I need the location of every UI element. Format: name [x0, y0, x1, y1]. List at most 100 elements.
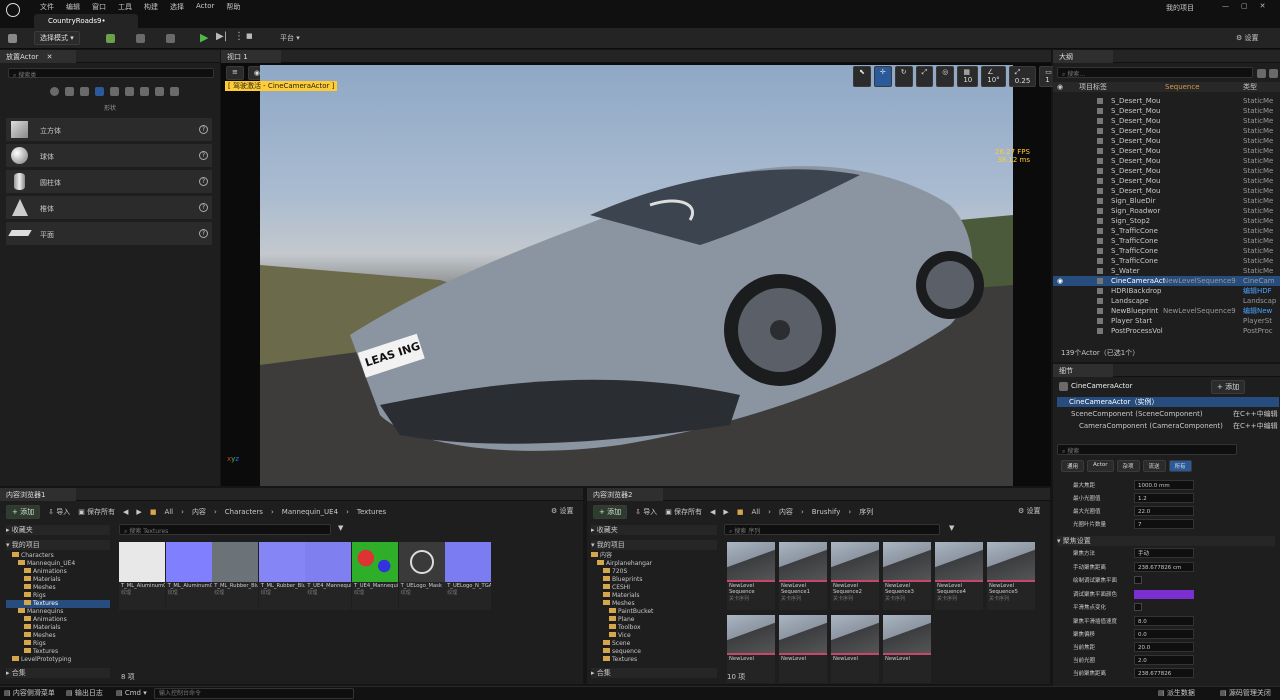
- blueprint-icon[interactable]: [136, 34, 145, 43]
- viewport-scene[interactable]: LEAS ING: [260, 65, 1013, 486]
- cb2-settings-button[interactable]: ⚙ 设置: [1018, 506, 1041, 516]
- property-value[interactable]: 22.0: [1134, 506, 1194, 516]
- cb2-tab[interactable]: 内容浏览器2: [587, 488, 663, 501]
- place-actors-tab[interactable]: 放置Actor ✕: [0, 50, 76, 63]
- volumes-icon[interactable]: [140, 87, 149, 96]
- source-control-button[interactable]: ▤ 源码管理关闭: [1220, 687, 1271, 700]
- cb1-collections[interactable]: ▸ 合集: [6, 668, 110, 678]
- outliner-row[interactable]: Sign_Roadwor StaticMe: [1053, 206, 1280, 216]
- asset-tile[interactable]: T_ML_Aluminum01_N纹理: [165, 542, 212, 610]
- outliner-row[interactable]: PostProcessVol PostProc: [1053, 326, 1280, 336]
- project-tab[interactable]: CountryRoads9•: [34, 14, 138, 28]
- cb2-saveall-button[interactable]: ▣ 保存所有: [665, 507, 702, 517]
- folder-item[interactable]: Rigs: [6, 640, 110, 648]
- sequence-tile[interactable]: NewLevel Sequence3 关卡序列: [883, 542, 931, 610]
- outliner-tab[interactable]: 大纲: [1053, 50, 1113, 63]
- cb2-path-3[interactable]: 序列: [859, 507, 873, 517]
- cb2-my-project[interactable]: ▾ 我的项目: [591, 540, 717, 550]
- cb1-search-input[interactable]: ⌕ 搜索 Textures: [119, 524, 331, 535]
- minimize-icon[interactable]: —: [1222, 2, 1229, 10]
- outliner-row[interactable]: S_TrafficCone StaticMe: [1053, 256, 1280, 266]
- unreal-logo-icon[interactable]: [6, 3, 20, 17]
- outliner-row[interactable]: S_Desert_Mou StaticMe: [1053, 126, 1280, 136]
- filter-icon[interactable]: ▼: [949, 524, 954, 532]
- col-sequence[interactable]: Sequence: [1165, 82, 1200, 92]
- folder-item[interactable]: Textures: [591, 656, 717, 664]
- sequence-tile[interactable]: NewLevel Sequence 关卡序列: [727, 542, 775, 610]
- details-tab[interactable]: 细节: [1053, 364, 1113, 377]
- forward-icon[interactable]: ▶: [723, 508, 728, 516]
- cinematic-icon[interactable]: [110, 87, 119, 96]
- cb2-favorites[interactable]: ▸ 收藏夹: [591, 525, 717, 535]
- edit-cpp-link[interactable]: 在C++中编辑: [1233, 421, 1278, 431]
- visibility-icon[interactable]: ◉: [1057, 82, 1063, 92]
- outliner-row[interactable]: S_Desert_Mou StaticMe: [1053, 106, 1280, 116]
- tab-close-icon[interactable]: ✕: [47, 53, 53, 61]
- menu-actor[interactable]: Actor: [190, 2, 220, 12]
- folder-item[interactable]: Mannequin_UE4: [6, 560, 110, 568]
- property-value[interactable]: 0.0: [1134, 629, 1194, 639]
- outliner-row[interactable]: ◉ CineCameraAct NewLevelSequence9 CineCam: [1053, 276, 1280, 286]
- stop-icon[interactable]: ■: [246, 32, 253, 40]
- outliner-settings-icon[interactable]: [1269, 69, 1278, 78]
- filter-actor[interactable]: Actor: [1087, 460, 1114, 472]
- basic-icon[interactable]: [65, 87, 74, 96]
- console-input[interactable]: 输入控制台命令: [154, 688, 354, 699]
- property-value[interactable]: 2.0: [1134, 655, 1194, 665]
- close-icon[interactable]: ✕: [1260, 2, 1266, 10]
- checkbox[interactable]: [1134, 603, 1142, 611]
- folder-item[interactable]: Meshes: [591, 600, 717, 608]
- more-classes-icon[interactable]: [170, 87, 179, 96]
- col-item-label[interactable]: 项目标签: [1079, 82, 1107, 92]
- cb1-path-1[interactable]: 内容: [192, 507, 206, 517]
- cb1-settings-button[interactable]: ⚙ 设置: [551, 506, 574, 516]
- details-add-button[interactable]: + 添加: [1211, 380, 1246, 394]
- platform-dropdown[interactable]: 平台 ▾: [280, 33, 300, 43]
- folder-item[interactable]: Vice: [591, 632, 717, 640]
- outliner-row[interactable]: S_Desert_Mou StaticMe: [1053, 186, 1280, 196]
- select-mode-dropdown[interactable]: 选择模式 ▾: [34, 31, 80, 45]
- checkbox[interactable]: [1134, 576, 1142, 584]
- shape-item-plane[interactable]: 平面 ?: [6, 222, 212, 245]
- cb1-import-button[interactable]: ⇩ 导入: [48, 507, 70, 517]
- asset-tile[interactable]: T_UE4_Mannequin_...纹理: [305, 542, 352, 610]
- instance-row[interactable]: CineCameraActor（实例）: [1057, 397, 1279, 407]
- cb1-saveall-button[interactable]: ▣ 保存所有: [78, 507, 115, 517]
- output-log-button[interactable]: ▤ 输出日志: [66, 687, 103, 700]
- color-swatch[interactable]: [1134, 589, 1194, 599]
- shape-item-cube[interactable]: 立方体 ?: [6, 118, 212, 141]
- scene-component-row[interactable]: SceneComponent (SceneComponent) 在C++中编辑: [1057, 409, 1279, 419]
- filter-icon[interactable]: ▼: [338, 524, 343, 532]
- folder-item[interactable]: Airplanehangar: [591, 560, 717, 568]
- outliner-row[interactable]: S_Desert_Mou StaticMe: [1053, 176, 1280, 186]
- focus-settings-header[interactable]: ▾ 聚焦设置: [1057, 536, 1275, 546]
- outliner-row[interactable]: S_TrafficCone StaticMe: [1053, 246, 1280, 256]
- outliner-row[interactable]: S_Desert_Mou StaticMe: [1053, 116, 1280, 126]
- sequence-tile[interactable]: NewLevel Sequence2 关卡序列: [831, 542, 879, 610]
- outliner-row[interactable]: S_TrafficCone StaticMe: [1053, 236, 1280, 246]
- viewport-tab[interactable]: 视口 1: [221, 50, 281, 63]
- help-icon[interactable]: ?: [199, 177, 208, 186]
- outliner-row[interactable]: Sign_Stop2 StaticMe: [1053, 216, 1280, 226]
- play-options-icon[interactable]: ⋮: [234, 31, 244, 42]
- world-icon[interactable]: ◎: [936, 66, 955, 87]
- property-value[interactable]: 手动: [1134, 548, 1194, 558]
- cb1-path-3[interactable]: Mannequin_UE4: [282, 508, 338, 516]
- settings-button[interactable]: ⚙ 设置: [1236, 33, 1259, 43]
- asset-tile[interactable]: T_UELogo_N_TGA 纹理: [445, 542, 492, 610]
- property-value[interactable]: 1.2: [1134, 493, 1194, 503]
- viewport-options-button[interactable]: ≡: [226, 66, 244, 80]
- cb2-path-2[interactable]: Brushify: [812, 508, 841, 516]
- folder-item[interactable]: Meshes: [6, 584, 110, 592]
- help-icon[interactable]: ?: [199, 229, 208, 238]
- property-value[interactable]: 8.0: [1134, 615, 1194, 626]
- outliner-add-icon[interactable]: [1257, 69, 1266, 78]
- cb2-add-button[interactable]: + 添加: [593, 505, 628, 519]
- derived-data-button[interactable]: ▤ 派生数据: [1158, 687, 1195, 700]
- menu-tools[interactable]: 工具: [112, 2, 138, 12]
- sequence-tile[interactable]: NewLevel: [779, 615, 827, 683]
- all-classes-icon[interactable]: [155, 87, 164, 96]
- menu-window[interactable]: 窗口: [86, 2, 112, 12]
- outliner-search-input[interactable]: ⌕ 搜索...: [1057, 67, 1253, 78]
- help-icon[interactable]: ?: [199, 203, 208, 212]
